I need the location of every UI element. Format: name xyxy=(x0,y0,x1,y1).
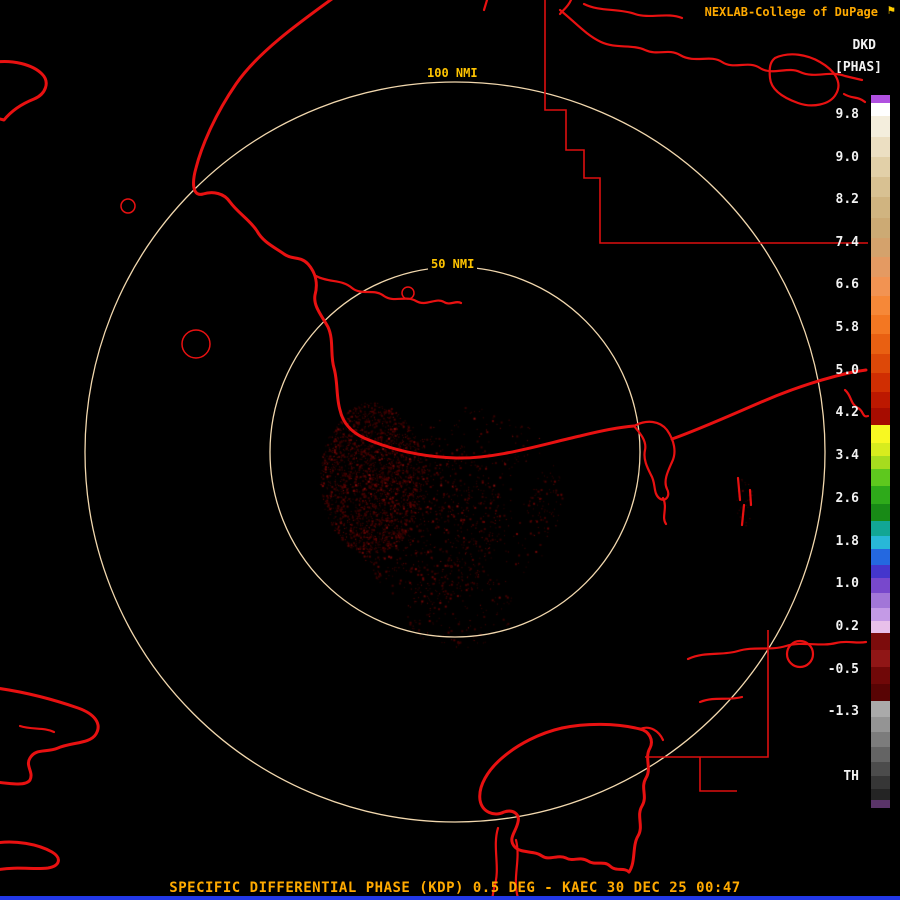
scale-tick-9.0: 9.0 xyxy=(835,150,859,165)
color-scale-bar xyxy=(871,95,890,808)
color-scale-segment xyxy=(871,536,890,550)
product-units: [PHAS] xyxy=(835,60,882,75)
scale-tick-2.6: 2.6 xyxy=(835,491,859,506)
scale-tick-1.0: 1.0 xyxy=(835,576,859,591)
color-scale-segment xyxy=(871,372,890,393)
range-ring-label-100: 100 NMI xyxy=(424,66,481,80)
color-scale-segment xyxy=(871,197,890,218)
coastlines xyxy=(0,0,870,900)
color-scale-segment xyxy=(871,486,890,504)
color-scale-segment xyxy=(871,762,890,776)
color-scale-segment xyxy=(871,408,890,425)
color-scale-segment xyxy=(871,353,890,373)
color-scale-segment xyxy=(871,334,890,354)
color-scale-segment xyxy=(871,608,890,622)
color-scale-segment xyxy=(871,95,890,104)
bottom-edge-strip xyxy=(0,896,900,900)
scale-tick-8.2: 8.2 xyxy=(835,192,859,207)
color-scale-segment xyxy=(871,520,890,537)
color-scale-segment xyxy=(871,632,890,650)
color-scale-segment xyxy=(871,788,890,800)
color-scale-segment xyxy=(871,103,890,117)
color-scale-segment xyxy=(871,731,890,748)
page-title: NEXLAB-College of DuPage xyxy=(704,5,878,19)
scale-tick-7.4: 7.4 xyxy=(835,235,859,250)
color-scale-segment xyxy=(871,217,890,238)
color-scale-segment xyxy=(871,775,890,789)
scale-tick-3.4: 3.4 xyxy=(835,448,859,463)
color-scale-segment xyxy=(871,392,890,409)
color-scale-segment xyxy=(871,177,890,198)
scale-tick-5.0: 5.0 xyxy=(835,363,859,378)
scale-tick-5.8: 5.8 xyxy=(835,320,859,335)
color-scale-segment xyxy=(871,716,890,732)
color-scale-segment xyxy=(871,116,890,137)
color-scale-segment xyxy=(871,592,890,609)
scale-tick--0.5: -0.5 xyxy=(827,662,859,677)
scale-tick-9.8: 9.8 xyxy=(835,107,859,122)
color-scale-segment xyxy=(871,549,890,565)
color-scale-segment xyxy=(871,503,890,521)
color-scale-segment xyxy=(871,564,890,578)
color-scale-segment xyxy=(871,747,890,763)
radar-viewer: 100 NMI 50 NMI NEXLAB-College of DuPage … xyxy=(0,0,900,900)
scale-tick-1.8: 1.8 xyxy=(835,534,859,549)
scale-tick--1.3: -1.3 xyxy=(827,704,859,719)
range-ring-label-50: 50 NMI xyxy=(428,257,478,271)
scale-tick-4.2: 4.2 xyxy=(835,405,859,420)
color-scale-segment xyxy=(871,257,890,277)
color-scale-segment xyxy=(871,315,890,335)
color-scale-segment xyxy=(871,295,890,316)
color-scale-segment xyxy=(871,799,890,808)
scale-tick-TH: TH xyxy=(843,769,859,784)
color-scale-segment xyxy=(871,424,890,443)
scale-tick-6.6: 6.6 xyxy=(835,277,859,292)
color-scale-segment xyxy=(871,701,890,717)
product-caption: SPECIFIC DIFFERENTIAL PHASE (KDP) 0.5 DE… xyxy=(169,880,741,896)
color-scale-segment xyxy=(871,237,890,258)
product-code: DKD xyxy=(852,38,876,53)
color-scale-segment xyxy=(871,456,890,470)
color-scale-segment xyxy=(871,136,890,157)
scale-tick-0.2: 0.2 xyxy=(835,619,859,634)
color-scale-segment xyxy=(871,156,890,178)
nexlab-flag-icon: ⚑ xyxy=(887,3,895,17)
color-scale-segment xyxy=(871,684,890,702)
color-scale-segment xyxy=(871,469,890,487)
radar-map xyxy=(0,0,870,900)
color-scale-segment xyxy=(871,276,890,296)
color-scale-segment xyxy=(871,666,890,685)
color-scale-segment xyxy=(871,442,890,457)
color-scale-segment xyxy=(871,621,890,633)
color-scale-segment xyxy=(871,649,890,667)
color-scale-segment xyxy=(871,577,890,593)
